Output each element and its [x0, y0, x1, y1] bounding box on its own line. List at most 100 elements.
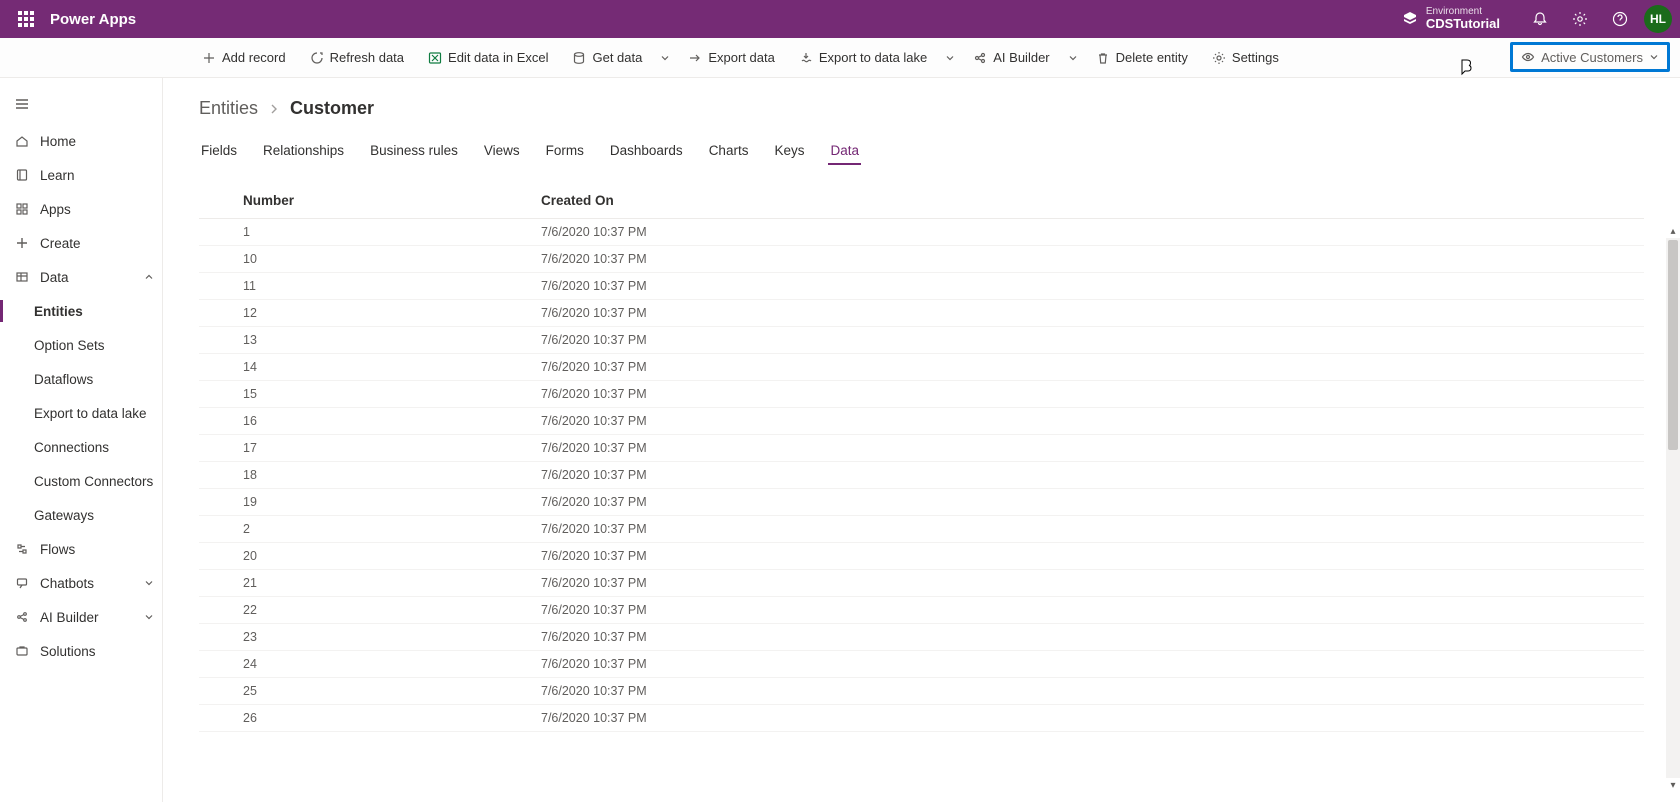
notifications-button[interactable] [1520, 0, 1560, 38]
nav-dataflows[interactable]: Dataflows [0, 362, 162, 396]
nav-export-lake[interactable]: Export to data lake [0, 396, 162, 430]
nav-connections[interactable]: Connections [0, 430, 162, 464]
nav-ai-builder[interactable]: AI Builder [0, 600, 162, 634]
tab-business-rules[interactable]: Business rules [368, 137, 460, 164]
cell-created-on: 7/6/2020 10:37 PM [541, 462, 1644, 489]
export-to-lake-dropdown[interactable] [939, 38, 961, 78]
table-row[interactable]: 207/6/2020 10:37 PM [199, 543, 1644, 570]
nav-gateways[interactable]: Gateways [0, 498, 162, 532]
ai-builder-button[interactable]: AI Builder [961, 38, 1061, 78]
nav-data[interactable]: Data [0, 260, 162, 294]
cell-created-on: 7/6/2020 10:37 PM [541, 543, 1644, 570]
tab-forms[interactable]: Forms [544, 137, 586, 164]
nav-home[interactable]: Home [0, 124, 162, 158]
environment-picker[interactable]: Environment CDSTutorial [1402, 6, 1500, 31]
nav-custom-connectors[interactable]: Custom Connectors [0, 464, 162, 498]
apps-icon [14, 202, 30, 216]
nav-apps[interactable]: Apps [0, 192, 162, 226]
tab-relationships[interactable]: Relationships [261, 137, 346, 164]
scroll-thumb[interactable] [1668, 240, 1678, 450]
view-selector-label: Active Customers [1541, 50, 1643, 65]
help-button[interactable] [1600, 0, 1640, 38]
table-row[interactable]: 27/6/2020 10:37 PM [199, 516, 1644, 543]
get-data-dropdown[interactable] [654, 38, 676, 78]
home-icon [14, 134, 30, 148]
tab-keys[interactable]: Keys [772, 137, 806, 164]
export-to-lake-button[interactable]: Export to data lake [787, 38, 939, 78]
table-row[interactable]: 217/6/2020 10:37 PM [199, 570, 1644, 597]
table-row[interactable]: 237/6/2020 10:37 PM [199, 624, 1644, 651]
table-row[interactable]: 187/6/2020 10:37 PM [199, 462, 1644, 489]
table-row[interactable]: 257/6/2020 10:37 PM [199, 678, 1644, 705]
ai-builder-dropdown[interactable] [1062, 38, 1084, 78]
refresh-data-button[interactable]: Refresh data [298, 38, 416, 78]
data-table: Number Created On 17/6/2020 10:37 PM107/… [199, 183, 1644, 732]
add-record-label: Add record [222, 50, 286, 65]
table-row[interactable]: 107/6/2020 10:37 PM [199, 246, 1644, 273]
column-header-created-on[interactable]: Created On [541, 183, 1644, 219]
cell-number: 12 [199, 300, 541, 327]
cell-number: 13 [199, 327, 541, 354]
cell-created-on: 7/6/2020 10:37 PM [541, 408, 1644, 435]
cell-number: 11 [199, 273, 541, 300]
scroll-down-arrow[interactable]: ▾ [1666, 778, 1680, 792]
table-row[interactable]: 137/6/2020 10:37 PM [199, 327, 1644, 354]
scroll-up-arrow[interactable]: ▴ [1666, 224, 1680, 238]
table-row[interactable]: 227/6/2020 10:37 PM [199, 597, 1644, 624]
user-avatar[interactable]: HL [1644, 5, 1672, 33]
refresh-icon [310, 51, 324, 65]
breadcrumb-root[interactable]: Entities [199, 98, 258, 119]
nav-entities[interactable]: Entities [0, 294, 162, 328]
nav-flows[interactable]: Flows [0, 532, 162, 566]
export-data-button[interactable]: Export data [676, 38, 787, 78]
settings-command-button[interactable]: Settings [1200, 38, 1291, 78]
nav-solutions[interactable]: Solutions [0, 634, 162, 668]
table-row[interactable]: 177/6/2020 10:37 PM [199, 435, 1644, 462]
cell-created-on: 7/6/2020 10:37 PM [541, 246, 1644, 273]
tab-data[interactable]: Data [828, 137, 861, 164]
ai-builder-icon [14, 610, 30, 624]
table-row[interactable]: 157/6/2020 10:37 PM [199, 381, 1644, 408]
add-record-button[interactable]: Add record [190, 38, 298, 78]
tab-views[interactable]: Views [482, 137, 522, 164]
get-data-button[interactable]: Get data [560, 38, 654, 78]
flow-icon [14, 542, 30, 556]
nav-chatbots[interactable]: Chatbots [0, 566, 162, 600]
table-row[interactable]: 167/6/2020 10:37 PM [199, 408, 1644, 435]
column-header-number[interactable]: Number [199, 183, 541, 219]
delete-entity-button[interactable]: Delete entity [1084, 38, 1200, 78]
cell-created-on: 7/6/2020 10:37 PM [541, 489, 1644, 516]
hamburger-button[interactable] [0, 84, 162, 124]
view-selector-dropdown[interactable]: Active Customers [1510, 42, 1670, 72]
edit-in-excel-button[interactable]: Edit data in Excel [416, 38, 560, 78]
tab-fields[interactable]: Fields [199, 137, 239, 164]
export-icon [688, 51, 702, 65]
nav-home-label: Home [40, 134, 76, 149]
cell-number: 15 [199, 381, 541, 408]
table-row[interactable]: 147/6/2020 10:37 PM [199, 354, 1644, 381]
table-row[interactable]: 127/6/2020 10:37 PM [199, 300, 1644, 327]
book-icon [14, 168, 30, 182]
solutions-icon [14, 644, 30, 658]
lake-icon [799, 51, 813, 65]
data-icon [14, 270, 30, 284]
cell-number: 20 [199, 543, 541, 570]
table-row[interactable]: 117/6/2020 10:37 PM [199, 273, 1644, 300]
nav-option-sets[interactable]: Option Sets [0, 328, 162, 362]
table-row[interactable]: 267/6/2020 10:37 PM [199, 705, 1644, 732]
nav-flows-label: Flows [40, 542, 75, 557]
nav-create[interactable]: Create [0, 226, 162, 260]
nav-learn[interactable]: Learn [0, 158, 162, 192]
cell-number: 25 [199, 678, 541, 705]
table-row[interactable]: 247/6/2020 10:37 PM [199, 651, 1644, 678]
plus-icon [202, 51, 216, 65]
cell-number: 18 [199, 462, 541, 489]
vertical-scrollbar[interactable]: ▴ ▾ [1666, 238, 1680, 778]
table-row[interactable]: 197/6/2020 10:37 PM [199, 489, 1644, 516]
app-launcher-button[interactable] [8, 1, 44, 37]
settings-button[interactable] [1560, 0, 1600, 38]
breadcrumb-current: Customer [290, 98, 374, 119]
tab-charts[interactable]: Charts [707, 137, 751, 164]
table-row[interactable]: 17/6/2020 10:37 PM [199, 219, 1644, 246]
tab-dashboards[interactable]: Dashboards [608, 137, 685, 164]
